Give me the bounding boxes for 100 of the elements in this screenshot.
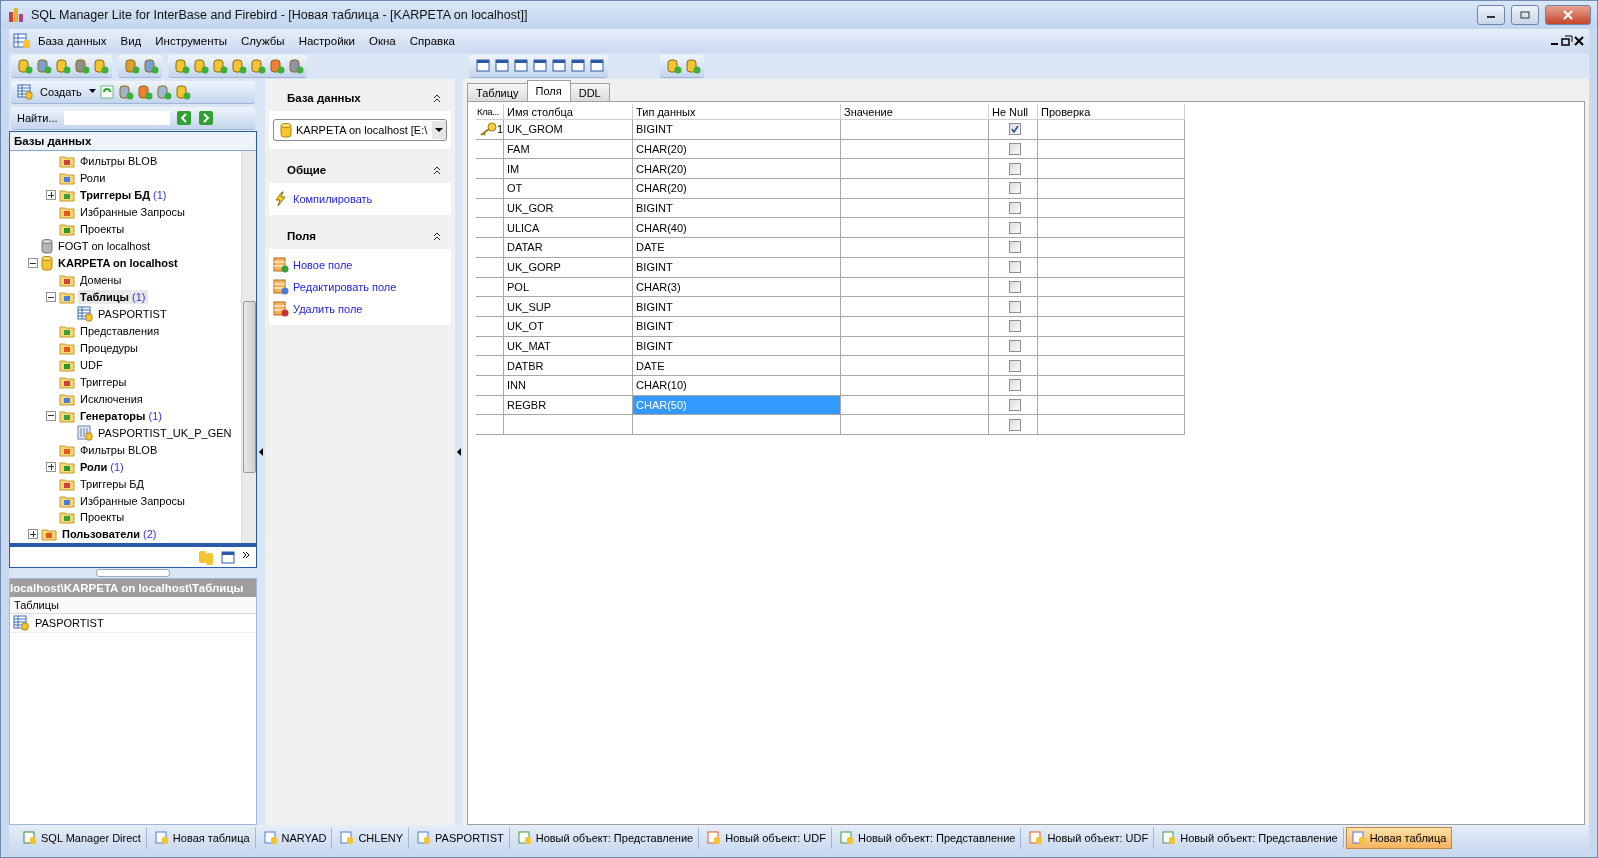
database-icon[interactable] [174,83,191,100]
collapse-arrow-icon[interactable] [456,448,462,456]
tree-item[interactable]: Фильтры BLOB [78,442,160,457]
table-cell[interactable]: DATE [633,238,841,258]
checkbox[interactable] [1008,280,1021,293]
database-icon[interactable] [269,57,285,74]
window-icon[interactable] [589,57,605,74]
refresh-icon[interactable] [98,83,115,100]
window-tab[interactable]: Новая таблица [148,827,256,849]
table-cell[interactable]: BIGINT [633,336,841,357]
restore-icon[interactable] [1561,35,1573,47]
menu-item[interactable]: Настройки [291,35,362,47]
collapse-toggle[interactable] [46,292,56,303]
checkbox[interactable] [1008,320,1021,333]
action-link[interactable]: Редактировать поле [293,281,397,293]
window-tab[interactable]: CHLENY [334,827,410,849]
tab[interactable]: Поля [526,80,571,101]
table-cell[interactable]: CHAR(10) [633,375,841,396]
arrow-left-icon[interactable] [175,109,192,126]
tree-item[interactable]: FOGT on localhost [56,239,153,254]
database-icon[interactable] [174,57,190,74]
tree-item[interactable]: Генераторы (1) [78,408,164,423]
window-tab[interactable]: Новый объект: Представление [1156,827,1344,849]
menu-item[interactable]: Вид [113,35,149,47]
tree-item[interactable]: Таблицы (1) [78,290,148,305]
find-field[interactable] [63,110,170,125]
window-tab[interactable]: Новый объект: Представление [833,827,1022,849]
action-link[interactable]: Удалить поле [293,303,363,315]
database-icon[interactable] [17,57,33,74]
table-cell[interactable]: BIGINT [633,316,841,337]
tree-item[interactable]: Избранные Запросы [78,205,187,220]
checkbox[interactable] [1008,379,1021,392]
database-icon[interactable] [212,57,228,74]
tree-item[interactable]: Исключения [78,391,145,406]
checkbox[interactable] [1008,182,1021,195]
expand-toggle[interactable] [46,461,56,472]
database-icon[interactable] [74,57,90,74]
table-cell[interactable]: BIGINT [633,120,841,140]
checkbox[interactable] [1008,202,1021,215]
window-icon[interactable] [532,57,548,74]
tree-item[interactable]: Проекты [78,510,127,525]
database-icon[interactable] [55,57,71,74]
table-cell[interactable]: BIGINT [633,297,841,317]
menu-item[interactable]: Службы [234,35,292,47]
tree-item[interactable]: Роли [78,171,108,186]
window-tab[interactable]: NARYAD [257,827,333,849]
checkbox[interactable] [1008,261,1021,274]
tree-item[interactable]: Триггеры [78,374,129,389]
maximize-button[interactable] [1511,5,1539,25]
minimize-button[interactable] [1477,5,1505,25]
tree-item[interactable]: PASPORTIST [96,307,169,322]
table-cell[interactable]: CHAR(20) [633,179,841,199]
database-icon[interactable] [193,57,209,74]
tree-item[interactable]: PASPORTIST_UK_P_GEN [96,425,234,440]
table-cell[interactable]: CHAR(40) [633,218,841,239]
window-tab[interactable]: Новый объект: UDF [701,827,832,849]
window-icon[interactable] [220,549,236,565]
tree-item[interactable]: Процедуры [78,340,140,355]
menu-item[interactable]: Окна [362,35,403,47]
checkbox[interactable] [1008,162,1021,175]
expand-toggle[interactable] [46,190,56,201]
scrollbar[interactable] [241,151,256,543]
splitter-handle[interactable] [96,569,170,577]
database-icon[interactable] [231,57,247,74]
checkbox[interactable] [1008,123,1021,136]
tree-item[interactable]: Избранные Запросы [78,493,187,508]
table-cell[interactable]: BIGINT [633,257,841,278]
tree-item[interactable]: Представления [78,324,162,338]
window-icon[interactable] [475,57,491,74]
window-tab[interactable]: SQL Manager Direct [17,827,147,849]
database-icon[interactable] [666,57,682,74]
tree-item[interactable]: UDF [78,357,105,372]
checkbox[interactable] [1008,339,1021,352]
table-cell[interactable]: CHAR(20) [633,139,841,160]
collapse-toggle[interactable] [46,410,56,421]
checkbox[interactable] [1008,300,1021,313]
expand-toggle[interactable] [28,529,38,540]
database-icon[interactable] [93,57,109,74]
menu-item[interactable]: Инструменты [148,35,235,47]
database-icon[interactable] [288,57,304,74]
table-cell[interactable] [633,415,841,435]
window-icon[interactable] [551,57,567,74]
create-button[interactable]: Создать [36,85,86,98]
tree-item[interactable]: Триггеры БД [78,476,146,491]
checkbox[interactable] [1008,143,1021,156]
window-tab[interactable]: Новая таблица [1345,827,1453,849]
list-item[interactable]: PASPORTIST [35,617,104,629]
menu-item[interactable]: База данных [31,35,114,47]
arrow-right-icon[interactable] [197,109,214,126]
tree-item[interactable]: Роли (1) [78,459,126,474]
tree-item[interactable]: Триггеры БД (1) [78,188,169,203]
table-cell[interactable]: BIGINT [633,198,841,219]
checkbox[interactable] [1008,418,1021,431]
table-cell[interactable]: DATE [633,356,841,376]
action-link[interactable]: Компилировать [293,193,373,205]
window-tab[interactable]: Новый объект: Представление [511,827,700,849]
window-icon[interactable] [494,57,510,74]
checkbox[interactable] [1008,359,1021,372]
action-link[interactable]: Новое поле [293,259,353,271]
tab[interactable]: Таблицу [467,83,528,101]
